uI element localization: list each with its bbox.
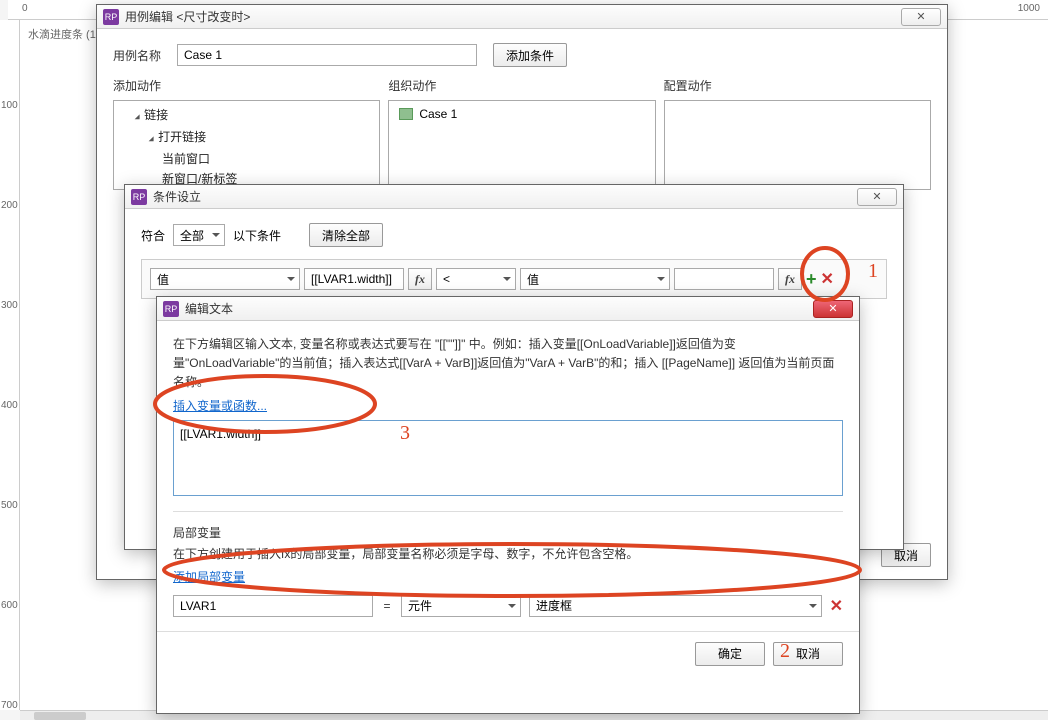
ruler-tick: 600 (1, 600, 18, 611)
scrollbar-thumb[interactable] (34, 712, 86, 720)
ruler-tick: 400 (1, 400, 18, 411)
add-local-var-link[interactable]: 添加局部变量 (173, 570, 245, 584)
ruler-tick: 700 (1, 700, 18, 711)
ruler-tick: 1000 (1018, 3, 1040, 14)
match-following-label: 以下条件 (233, 227, 281, 244)
right-type-select[interactable]: 值 (520, 268, 670, 290)
match-label: 符合 (141, 227, 165, 244)
local-vars-title: 局部变量 (173, 524, 843, 541)
rp-icon: RP (131, 189, 147, 205)
ruler-tick: 100 (1, 100, 18, 111)
case-icon (399, 108, 413, 120)
fx-button-left[interactable]: fx (408, 268, 432, 290)
titlebar[interactable]: RP 用例编辑 <尺寸改变时> ✕ (97, 5, 947, 29)
close-button[interactable]: ✕ (813, 300, 853, 318)
var-type-select[interactable]: 元件 (401, 595, 521, 617)
var-name-input[interactable] (173, 595, 373, 617)
tree-node-current-window[interactable]: 当前窗口 (120, 149, 373, 169)
match-all-select[interactable]: 全部 (173, 224, 225, 246)
expression-textarea[interactable] (173, 420, 843, 496)
help-text: 在下方编辑区输入文本, 变量名称或表达式要写在 "[[""]]" 中。例如：插入… (173, 335, 843, 393)
left-value-input[interactable] (304, 268, 404, 290)
add-row-icon[interactable]: + (806, 269, 817, 290)
fx-button-right[interactable]: fx (778, 268, 802, 290)
dialog-edit-text: RP 编辑文本 ✕ 在下方编辑区输入文本, 变量名称或表达式要写在 "[[""]… (156, 296, 860, 714)
close-button[interactable]: ✕ (857, 188, 897, 206)
rp-icon: RP (103, 9, 119, 25)
remove-var-icon[interactable]: ✕ (830, 596, 843, 616)
organize-action-header: 组织动作 (388, 77, 655, 94)
case-list[interactable]: Case 1 (388, 100, 655, 190)
condition-row: 值 fx < 值 fx + ✕ (141, 259, 887, 299)
case-name-input[interactable] (177, 44, 477, 66)
ok-button[interactable]: 确定 (695, 642, 765, 666)
tree-node-open-link[interactable]: 打开链接 (120, 127, 373, 149)
add-action-header: 添加动作 (113, 77, 380, 94)
dialog-title: 用例编辑 <尺寸改变时> (125, 8, 901, 25)
case-name-label: 用例名称 (113, 47, 177, 64)
configure-action-header: 配置动作 (664, 77, 931, 94)
case-node-label: Case 1 (419, 107, 457, 121)
annotation-number-2: 2 (780, 640, 790, 663)
ruler-tick: 300 (1, 300, 18, 311)
case-node[interactable]: Case 1 (395, 105, 648, 123)
operator-select[interactable]: < (436, 268, 516, 290)
left-type-select[interactable]: 值 (150, 268, 300, 290)
local-var-row: = 元件 进度框 ✕ (173, 595, 843, 617)
close-button[interactable]: ✕ (901, 8, 941, 26)
insert-var-link[interactable]: 插入变量或函数... (173, 399, 267, 413)
right-value-input[interactable] (674, 268, 774, 290)
configure-panel[interactable] (664, 100, 931, 190)
canvas-shape-label: 水滴进度条 (1) (28, 26, 100, 42)
var-target-select[interactable]: 进度框 (529, 595, 822, 617)
titlebar[interactable]: RP 编辑文本 ✕ (157, 297, 859, 321)
ruler-tick: 200 (1, 200, 18, 211)
titlebar[interactable]: RP 条件设立 ✕ (125, 185, 903, 209)
dialog-title: 编辑文本 (185, 300, 813, 317)
add-condition-button[interactable]: 添加条件 (493, 43, 567, 67)
ruler-vertical: 100 200 300 400 500 600 700 (0, 20, 20, 710)
local-vars-help: 在下方创建用于插入fx的局部变量，局部变量名称必须是字母、数字，不允许包含空格。 (173, 545, 843, 564)
dialog-title: 条件设立 (153, 188, 857, 205)
annotation-number-3: 3 (400, 422, 410, 445)
ruler-tick: 500 (1, 500, 18, 511)
action-tree[interactable]: 链接 打开链接 当前窗口 新窗口/新标签 (113, 100, 380, 190)
rp-icon: RP (163, 301, 179, 317)
annotation-number-1: 1 (868, 260, 878, 283)
tree-node-links[interactable]: 链接 (120, 105, 373, 127)
clear-all-button[interactable]: 清除全部 (309, 223, 383, 247)
remove-row-icon[interactable]: ✕ (821, 269, 834, 289)
ruler-tick: 0 (22, 3, 28, 14)
equals-label: = (381, 599, 393, 613)
